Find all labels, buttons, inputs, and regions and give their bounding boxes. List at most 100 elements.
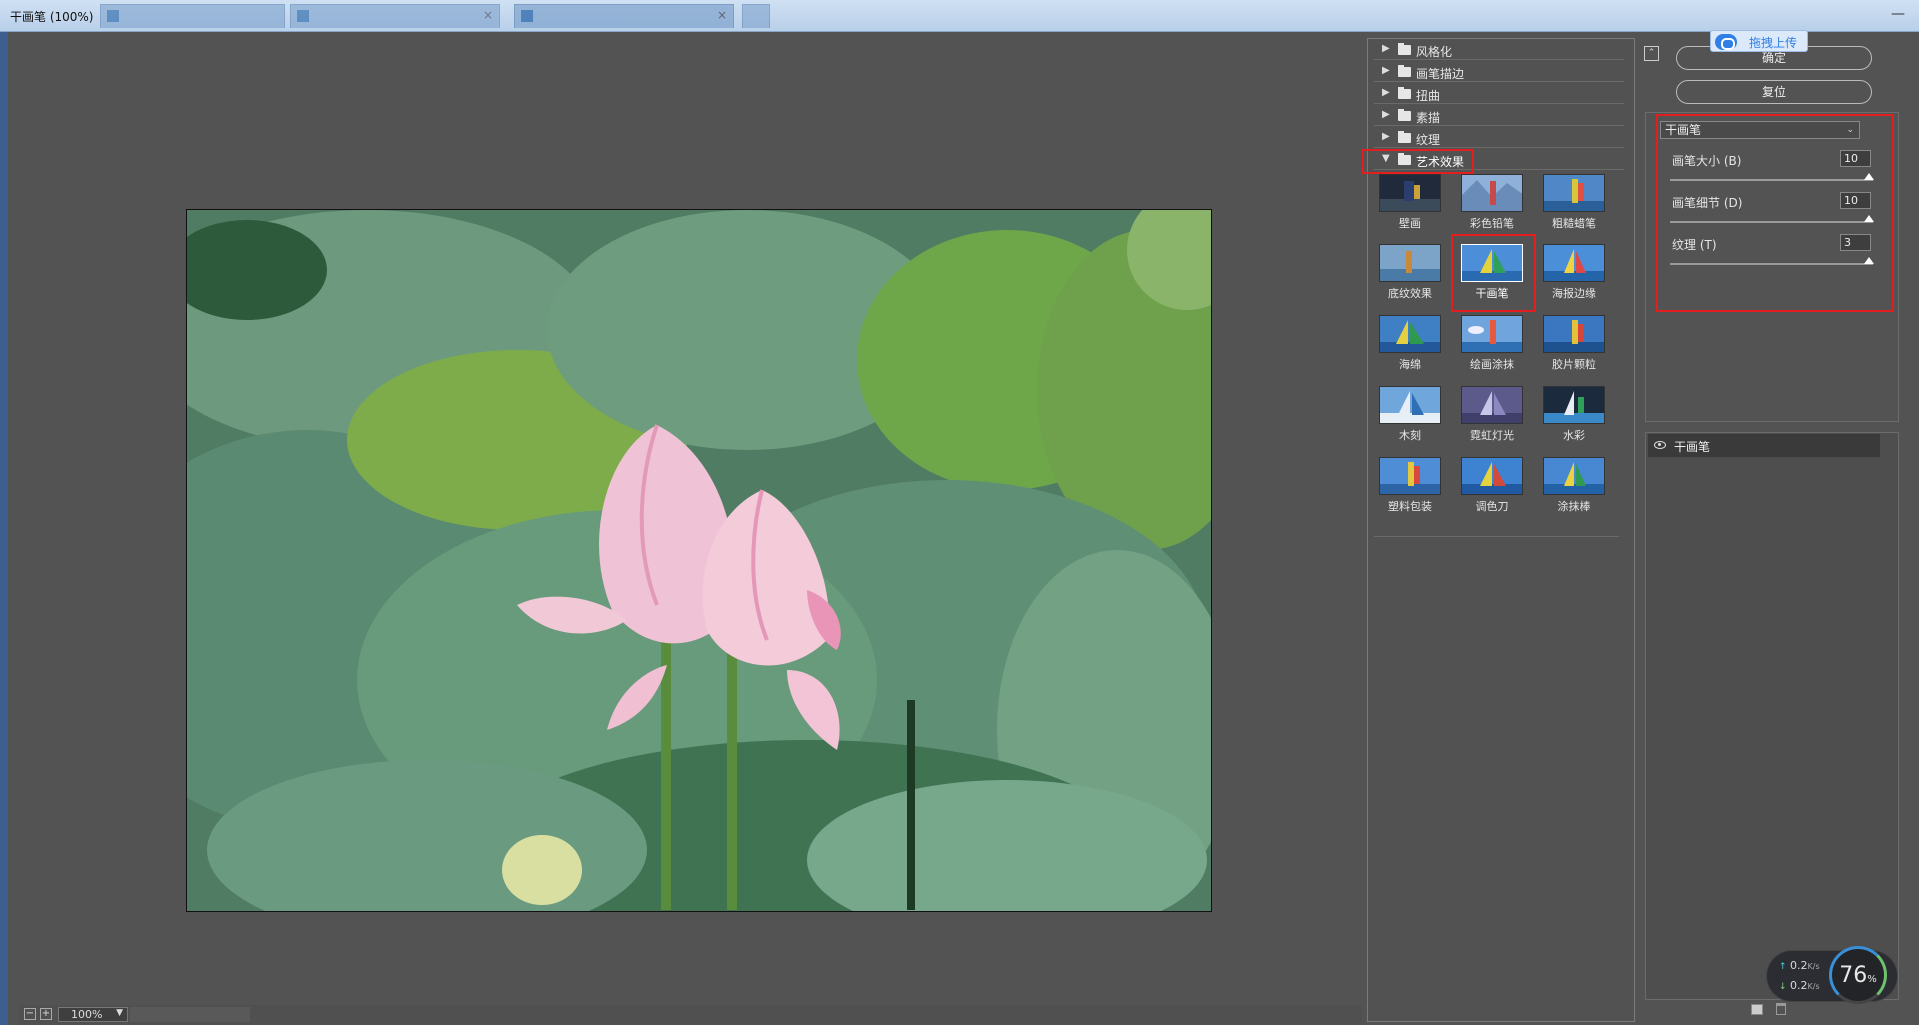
thumbnail-image bbox=[1379, 174, 1441, 212]
category-label: 扭曲 bbox=[1416, 89, 1441, 103]
filter-label: 塑料包装 bbox=[1388, 500, 1432, 513]
slider-handle[interactable] bbox=[1864, 215, 1874, 222]
filter-thumb-palette-knife[interactable]: 调色刀 bbox=[1459, 455, 1525, 513]
new-effect-layer-icon[interactable] bbox=[1751, 1004, 1763, 1015]
filter-thumb-fresco[interactable]: 壁画 bbox=[1377, 172, 1443, 230]
gauge-value: 76 bbox=[1839, 963, 1868, 988]
divider bbox=[1374, 536, 1619, 537]
memory-gauge[interactable]: 76% bbox=[1829, 946, 1887, 1004]
new-tab-button[interactable] bbox=[742, 4, 770, 28]
filter-label: 霓虹灯光 bbox=[1470, 429, 1514, 442]
ie-icon bbox=[297, 10, 309, 22]
thumbnail-image bbox=[1461, 315, 1523, 353]
filter-thumb-poster-edges[interactable]: 海报边缘 bbox=[1541, 242, 1607, 300]
upload-speed: ↑ 0.2K/s bbox=[1779, 959, 1820, 972]
thumbnail-image bbox=[1543, 386, 1605, 424]
collapse-gallery-icon[interactable]: ⌃ bbox=[1644, 46, 1659, 61]
preview-canvas[interactable] bbox=[18, 38, 1362, 1006]
highlight-annotation bbox=[1362, 149, 1474, 174]
param-label-brush-size: 画笔大小 (B) bbox=[1672, 154, 1742, 168]
filter-thumb-film-grain[interactable]: 胶片颗粒 bbox=[1541, 313, 1607, 371]
filter-label: 底纹效果 bbox=[1388, 287, 1432, 300]
category-stylize[interactable]: ▶ 风格化 bbox=[1374, 39, 1624, 60]
brush-size-field[interactable]: 10 bbox=[1840, 150, 1871, 167]
zoom-out-button[interactable]: − bbox=[24, 1008, 36, 1020]
filter-thumb-rough-pastels[interactable]: 粗糙蜡笔 bbox=[1541, 172, 1607, 230]
folder-icon bbox=[1398, 65, 1411, 77]
filter-label: 海报边缘 bbox=[1552, 287, 1596, 300]
category-distort[interactable]: ▶ 扭曲 bbox=[1374, 83, 1624, 104]
thumbnail-image bbox=[1543, 457, 1605, 495]
filter-thumb-sponge[interactable]: 海绵 bbox=[1377, 313, 1443, 371]
filter-thumb-paint-daubs[interactable]: 绘画涂抹 bbox=[1459, 313, 1525, 371]
thumbnail-image bbox=[1379, 315, 1441, 353]
arrow-up-icon: ↑ bbox=[1779, 962, 1787, 972]
filter-label: 海绵 bbox=[1399, 358, 1421, 371]
filter-thumb-neon-glow[interactable]: 霓虹灯光 bbox=[1459, 384, 1525, 442]
background-tab[interactable]: × bbox=[514, 4, 734, 28]
reset-button[interactable]: 复位 bbox=[1676, 80, 1872, 104]
brush-detail-slider[interactable] bbox=[1670, 221, 1873, 223]
category-label: 素描 bbox=[1416, 111, 1441, 125]
slider-handle[interactable] bbox=[1864, 257, 1874, 264]
filter-thumb-plastic-wrap[interactable]: 塑料包装 bbox=[1377, 455, 1443, 513]
filter-thumb-colored-pencil[interactable]: 彩色铅笔 bbox=[1459, 172, 1525, 230]
filter-label: 彩色铅笔 bbox=[1470, 217, 1514, 230]
category-sketch[interactable]: ▶ 素描 bbox=[1374, 105, 1624, 126]
close-icon[interactable]: × bbox=[717, 8, 727, 22]
slider-handle[interactable] bbox=[1864, 173, 1874, 180]
zoom-in-button[interactable]: + bbox=[40, 1008, 52, 1020]
effect-layers-panel bbox=[1645, 432, 1899, 1000]
background-tab[interactable]: × bbox=[290, 4, 500, 28]
speed-unit: K/s bbox=[1807, 982, 1820, 991]
upload-speed-value: 0.2 bbox=[1790, 959, 1808, 972]
filter-thumb-watercolor[interactable]: 水彩 bbox=[1541, 384, 1607, 442]
category-label: 画笔描边 bbox=[1416, 67, 1465, 81]
zoom-value: 100% bbox=[71, 1008, 103, 1021]
window-title: 干画笔 (100%) bbox=[10, 10, 94, 24]
filter-label: 绘画涂抹 bbox=[1470, 358, 1514, 371]
close-icon[interactable]: × bbox=[483, 8, 493, 22]
window-close-icon[interactable]: — bbox=[1891, 6, 1905, 22]
filter-gallery-panel: ▶ 风格化 ▶ 画笔描边 ▶ 扭曲 ▶ 素描 ▶ 纹理 ▼ 艺术效果 壁画 彩色… bbox=[1362, 38, 1635, 1022]
filter-select[interactable]: 干画笔 ⌄ bbox=[1660, 121, 1860, 139]
background-tab[interactable] bbox=[100, 4, 285, 28]
speed-unit: K/s bbox=[1807, 962, 1820, 971]
ie-icon bbox=[521, 10, 533, 22]
filter-thumb-smudge-stick[interactable]: 涂抹棒 bbox=[1541, 455, 1607, 513]
thumbnail-image bbox=[1379, 244, 1441, 282]
upload-badge-label: 拖拽上传 bbox=[1749, 36, 1798, 50]
folder-icon bbox=[1398, 43, 1411, 55]
param-label-brush-detail: 画笔细节 (D) bbox=[1672, 196, 1743, 210]
folder-icon bbox=[1398, 131, 1411, 143]
filter-thumb-woodcut[interactable]: 木刻 bbox=[1377, 384, 1443, 442]
ie-icon bbox=[107, 10, 119, 22]
brush-detail-field[interactable]: 10 bbox=[1840, 192, 1871, 209]
trash-icon[interactable] bbox=[1776, 1003, 1786, 1015]
brush-size-slider[interactable] bbox=[1670, 179, 1873, 181]
filter-label: 调色刀 bbox=[1475, 500, 1509, 513]
thumbnail-image bbox=[1461, 386, 1523, 424]
status-bar: − + 100% ▼ bbox=[18, 1005, 1362, 1025]
expand-arrow-icon: ▶ bbox=[1382, 43, 1390, 54]
filter-label: 水彩 bbox=[1563, 429, 1585, 442]
eye-icon[interactable] bbox=[1654, 441, 1666, 449]
expand-arrow-icon: ▶ bbox=[1382, 131, 1390, 142]
thumbnail-image bbox=[1543, 315, 1605, 353]
category-texture[interactable]: ▶ 纹理 bbox=[1374, 127, 1624, 148]
expand-arrow-icon: ▶ bbox=[1382, 65, 1390, 76]
thumbnail-image bbox=[1379, 457, 1441, 495]
drag-upload-badge[interactable]: 拖拽上传 bbox=[1710, 30, 1808, 52]
zoom-select[interactable]: 100% ▼ bbox=[58, 1007, 128, 1022]
category-brush-strokes[interactable]: ▶ 画笔描边 bbox=[1374, 61, 1624, 82]
title-bar: 干画笔 (100%) × × — bbox=[0, 0, 1919, 32]
filter-select-value: 干画笔 bbox=[1665, 123, 1702, 137]
highlight-annotation bbox=[1451, 234, 1536, 312]
category-label: 纹理 bbox=[1416, 133, 1441, 147]
filter-thumb-underpainting[interactable]: 底纹效果 bbox=[1377, 242, 1443, 300]
filter-label: 胶片颗粒 bbox=[1552, 358, 1596, 371]
texture-field[interactable]: 3 bbox=[1840, 234, 1871, 251]
texture-slider[interactable] bbox=[1670, 263, 1873, 265]
thumbnail-image bbox=[1461, 174, 1523, 212]
preview-image-lotus[interactable] bbox=[186, 209, 1212, 912]
